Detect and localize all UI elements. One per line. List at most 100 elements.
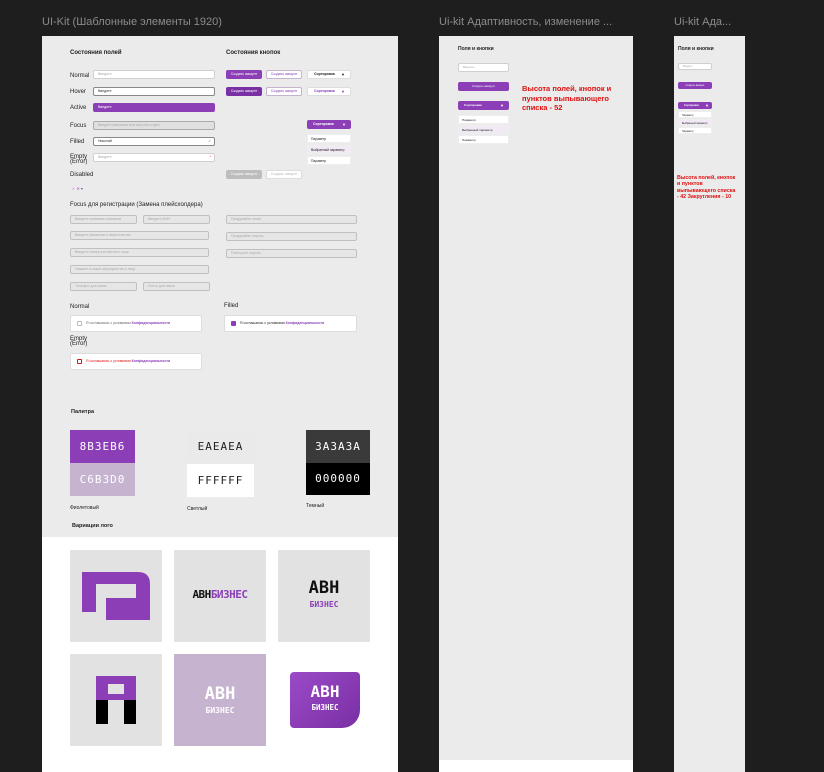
sort-label: Сортировка bbox=[464, 103, 482, 107]
field-empty-placeholder: Введите bbox=[98, 155, 112, 159]
logo-tile-symbol-purple bbox=[70, 550, 162, 642]
chevron-down-icon: ▼ bbox=[705, 103, 709, 108]
field-active[interactable]: Введите bbox=[93, 103, 215, 112]
height-note-42: Высота полей, кнопок и пунктов выпывающе… bbox=[677, 175, 736, 200]
adaptive-frame-footer bbox=[439, 760, 633, 772]
consent-checkbox-error[interactable]: Я соглашаюсь с условиями Конфиденциально… bbox=[70, 353, 202, 370]
consent-text: Я соглашаюсь с условиями bbox=[240, 321, 285, 325]
checkbox-label-normal: Normal bbox=[70, 304, 90, 310]
dropdown-option-selected[interactable]: Выбранный параметр bbox=[678, 119, 712, 126]
chevron-down-icon: ▼ bbox=[500, 103, 504, 108]
sort-label: Сортировка bbox=[314, 89, 335, 93]
palette-heading: Палитра bbox=[71, 409, 94, 415]
reg-field-company[interactable]: Введите название компании bbox=[70, 215, 137, 224]
logo-tile-horizontal: АВНБИЗНЕС bbox=[174, 550, 266, 642]
checkbox-label-empty: Empty (Error) bbox=[70, 336, 88, 347]
reg-field-fullname[interactable]: Введите фамилию и имя/отчество bbox=[70, 231, 209, 240]
dropdown-option[interactable]: Параметр bbox=[678, 111, 712, 118]
sort-label: Сортировка bbox=[313, 122, 334, 126]
frame-title-uikit[interactable]: UI-Kit (Шаблонные элементы 1920) bbox=[42, 16, 422, 28]
create-account-button-hover[interactable]: Создать аккаунт bbox=[226, 87, 262, 96]
reg-field-contact[interactable]: Введите номер контактного лица bbox=[70, 248, 209, 257]
dropdown-option[interactable]: Параметр bbox=[458, 115, 509, 124]
logo-tile-letter-a bbox=[70, 654, 162, 746]
field-focus[interactable]: Введите фамилию или имя или отдел bbox=[93, 121, 215, 130]
reg-field-login[interactable]: Придумайте логин bbox=[226, 215, 357, 224]
checkbox-checked-icon bbox=[231, 321, 236, 326]
logo-app-icon: АВН БИЗНЕС bbox=[290, 672, 360, 728]
logo-wordmark-top: АВН bbox=[204, 684, 236, 704]
consent-checkbox-filled[interactable]: Я соглашаюсь с условиями Конфиденциально… bbox=[224, 315, 357, 332]
sort-label: Сортировка bbox=[684, 104, 699, 107]
logo-wordmark-bottom: БИЗНЕС bbox=[309, 600, 339, 609]
dropdown-option[interactable]: Параметр bbox=[458, 135, 509, 144]
fields-buttons-heading: Поля и кнопки bbox=[678, 46, 714, 52]
adaptive-small-sort-dropdown[interactable]: Сортировка ▼ bbox=[678, 102, 712, 109]
check-icon: ✓ bbox=[208, 139, 211, 143]
consent-text: Я соглашаюсь с условиями bbox=[86, 321, 131, 325]
logo-variations-heading: Вариации лого bbox=[72, 523, 113, 529]
privacy-link[interactable]: Конфиденциальности bbox=[132, 359, 171, 363]
privacy-link[interactable]: Конфиденциальности bbox=[132, 321, 171, 325]
field-filled[interactable]: Николай ✓ bbox=[93, 137, 215, 146]
logo-tile-stacked: АВН БИЗНЕС bbox=[278, 550, 370, 642]
fields-buttons-heading: Поля и кнопки bbox=[458, 46, 494, 52]
field-filled-value: Николай bbox=[98, 139, 112, 143]
height-note-52: Высота полей, кнопок и пунктов выпывающе… bbox=[522, 84, 612, 112]
checkbox-label-filled: Filled bbox=[224, 303, 239, 309]
consent-checkbox-normal[interactable]: Я соглашаюсь с условиями Конфиденциально… bbox=[70, 315, 202, 332]
state-label-focus: Focus bbox=[70, 123, 87, 129]
adaptive-create-button[interactable]: Создать аккаунт bbox=[458, 82, 509, 91]
reg-field-event[interactable]: Укажите в какое мероприятие в лицо bbox=[70, 265, 209, 274]
logo-wordmark-horizontal: АВНБИЗНЕС bbox=[192, 588, 248, 601]
adaptive-small-create-button[interactable]: Создать аккаунт bbox=[678, 82, 712, 89]
palette-name-light: Светлый bbox=[187, 506, 208, 512]
create-account-outline-button-disabled: Создать аккаунт bbox=[266, 170, 302, 179]
field-normal[interactable]: Введите bbox=[93, 70, 215, 79]
sort-dropdown-normal[interactable]: Сортировка ▼ bbox=[307, 70, 351, 79]
dropdown-option[interactable]: Параметр bbox=[678, 127, 712, 134]
logo-symbol-icon bbox=[82, 572, 150, 620]
sort-label: Сортировка bbox=[314, 72, 335, 76]
create-account-button-normal[interactable]: Создать аккаунт bbox=[226, 70, 262, 79]
create-account-outline-button-hover[interactable]: Создать аккаунт bbox=[266, 87, 302, 96]
sort-dropdown-open[interactable]: Сортировка ▼ bbox=[307, 120, 351, 129]
palette-name-purple: Фиолетовый bbox=[70, 505, 99, 511]
chevron-down-icon: ▼ bbox=[341, 72, 345, 77]
field-states-heading: Состояния полей bbox=[70, 50, 122, 56]
frame-title-adaptive[interactable]: Ui-kit Адаптивность, изменение ... bbox=[439, 16, 633, 28]
uikit-frame: Состояния полей Состояния кнопок Normal … bbox=[42, 36, 398, 772]
swatch-light-gray: EAEAEA bbox=[187, 430, 254, 463]
chevron-up-icon: ▼ bbox=[342, 122, 346, 127]
privacy-link[interactable]: Конфиденциальности bbox=[286, 321, 325, 325]
dropdown-option-selected[interactable]: Выбранный параметр bbox=[307, 145, 351, 154]
sort-dropdown-hover[interactable]: Сортировка ▼ bbox=[307, 87, 351, 96]
swatch-black: 000000 bbox=[306, 463, 370, 495]
field-empty-error[interactable]: Введите * bbox=[93, 153, 215, 162]
dropdown-option-selected[interactable]: Выбранный параметр bbox=[458, 125, 509, 134]
logo-tile-light-purple: АВН БИЗНЕС bbox=[174, 654, 266, 746]
reg-field-phone[interactable]: Телефон для связи bbox=[70, 282, 137, 291]
frame-title-adaptive-small[interactable]: Ui-kit Ада... bbox=[674, 16, 744, 28]
reg-field-inn[interactable]: Введите ИНН bbox=[143, 215, 210, 224]
reg-field-email[interactable]: Почта для связи bbox=[143, 282, 210, 291]
logo-letter-a-icon bbox=[96, 676, 136, 724]
checkbox-icon bbox=[77, 321, 82, 326]
chevron-down-icon: ▼ bbox=[341, 89, 345, 94]
dropdown-option[interactable]: Параметр bbox=[307, 156, 351, 165]
dropdown-option[interactable]: Параметр bbox=[307, 134, 351, 143]
state-label-active: Active bbox=[70, 105, 87, 111]
state-label-normal: Normal bbox=[70, 73, 90, 79]
reg-field-password-repeat[interactable]: Повторите пароль bbox=[226, 249, 357, 258]
field-hover[interactable]: Введите bbox=[93, 87, 215, 96]
adaptive-small-field[interactable]: Введите bbox=[678, 63, 712, 70]
adaptive-sort-dropdown[interactable]: Сортировка ▼ bbox=[458, 101, 509, 110]
swatch-white: FFFFFF bbox=[187, 464, 254, 497]
create-account-outline-button-normal[interactable]: Создать аккаунт bbox=[266, 70, 302, 79]
button-states-heading: Состояния кнопок bbox=[226, 50, 281, 56]
reg-field-password[interactable]: Придумайте пароль bbox=[226, 232, 357, 241]
error-icon: * bbox=[209, 155, 211, 159]
state-label-filled: Filled bbox=[70, 139, 85, 145]
adaptive-field[interactable]: Введите bbox=[458, 63, 509, 72]
state-label-disabled: Disabled bbox=[70, 172, 94, 178]
